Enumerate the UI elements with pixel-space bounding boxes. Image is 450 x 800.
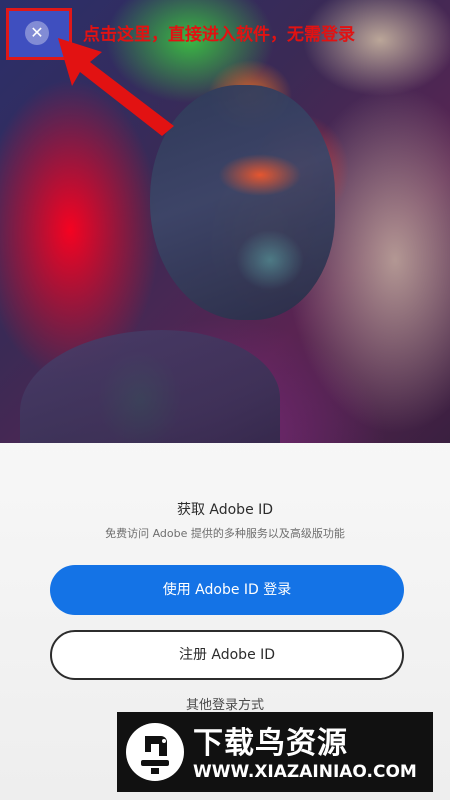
signin-subtitle: 免费访问 Adobe 提供的多种服务以及高级版功能 (105, 527, 345, 540)
other-signin-methods-link[interactable]: 其他登录方式 (0, 694, 450, 713)
watermark-url: WWW.XIAZAINIAO.COM (193, 762, 417, 782)
annotation-text: 点击这里，直接进入软件，无需登录 (83, 25, 355, 45)
watermark-name: 下载鸟资源 (193, 726, 348, 761)
signin-with-adobe-id-button[interactable]: 使用 Adobe ID 登录 (50, 565, 404, 615)
app-screen: ✕ 点击这里，直接进入软件，无需登录 获取 Adobe ID 免费访问 Adob… (0, 0, 450, 800)
register-adobe-id-button[interactable]: 注册 Adobe ID (50, 630, 404, 680)
watermark-banner: 下载鸟资源 WWW.XIAZAINIAO.COM (117, 712, 433, 792)
bird-logo-icon (126, 723, 184, 781)
hero-photo: ✕ 点击这里，直接进入软件，无需登录 (0, 0, 450, 443)
annotation-arrow-icon (58, 38, 174, 136)
signin-title: 获取 Adobe ID (176, 502, 274, 518)
close-icon[interactable]: ✕ (25, 21, 49, 45)
hero-shoulder (20, 330, 280, 443)
